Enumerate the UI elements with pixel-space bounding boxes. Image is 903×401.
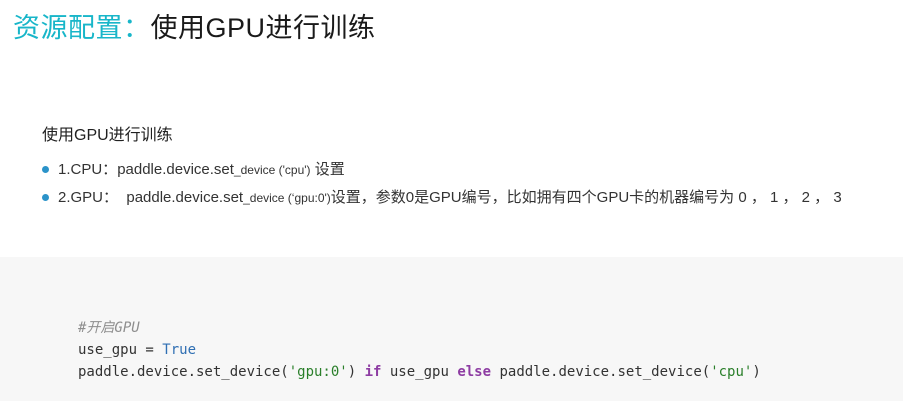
code-block: #开启GPU use_gpu = True paddle.device.set_de…: [78, 317, 761, 383]
bullet-dot-icon: [42, 166, 49, 173]
code-string: 'cpu': [710, 364, 753, 380]
code-token: paddle.device.set_device(: [78, 364, 289, 380]
code-line-comment: #开启GPU: [78, 317, 761, 339]
code-token: paddle.device.set_device(: [491, 364, 711, 380]
bullet-suffix: 设置，参数0是GPU编号，比如拥有四个GPU卡的机器编号为 0 ， 1 ， 2 …: [330, 189, 842, 206]
bullet-label: 1.CPU：: [58, 161, 118, 178]
code-token: use_gpu =: [78, 342, 163, 358]
code-boolean: True: [162, 342, 197, 358]
bullet-code: paddle.device.set: [118, 189, 244, 206]
bullet-label: 2.GPU：: [58, 189, 119, 206]
bullet-code-small: _device ('cpu'): [233, 163, 311, 177]
bullet-text: 1.CPU：paddle.device.set_device ('cpu') 设…: [58, 156, 345, 184]
code-token: ): [347, 364, 365, 380]
code-panel: #开启GPU use_gpu = True paddle.device.set_de…: [0, 257, 903, 401]
code-token: ): [752, 364, 761, 380]
bullet-suffix: 设置: [310, 161, 345, 178]
bullet-text: 2.GPU： paddle.device.set_device (‘gpu:0'…: [58, 184, 842, 212]
code-string: 'gpu:0': [288, 364, 348, 380]
page-title: 资源配置：使用GPU进行训练: [13, 10, 376, 46]
title-prefix: 资源配置: [13, 13, 123, 43]
bullet-dot-icon: [42, 194, 49, 201]
code-keyword-else: else: [457, 364, 492, 380]
code-token: use_gpu: [381, 364, 458, 380]
bullet-code-small: _device (‘gpu:0'): [243, 191, 331, 205]
title-main: 使用GPU进行训练: [150, 13, 376, 43]
code-line: use_gpu = True: [78, 339, 761, 361]
bullet-code: paddle.device.set: [117, 161, 234, 178]
code-comment: #开启GPU: [78, 320, 140, 336]
section-heading: 使用GPU进行训练: [42, 127, 173, 144]
code-line: paddle.device.set_device('gpu:0') if use…: [78, 361, 761, 383]
title-separator: ：: [123, 13, 151, 43]
code-keyword-if: if: [364, 364, 382, 380]
